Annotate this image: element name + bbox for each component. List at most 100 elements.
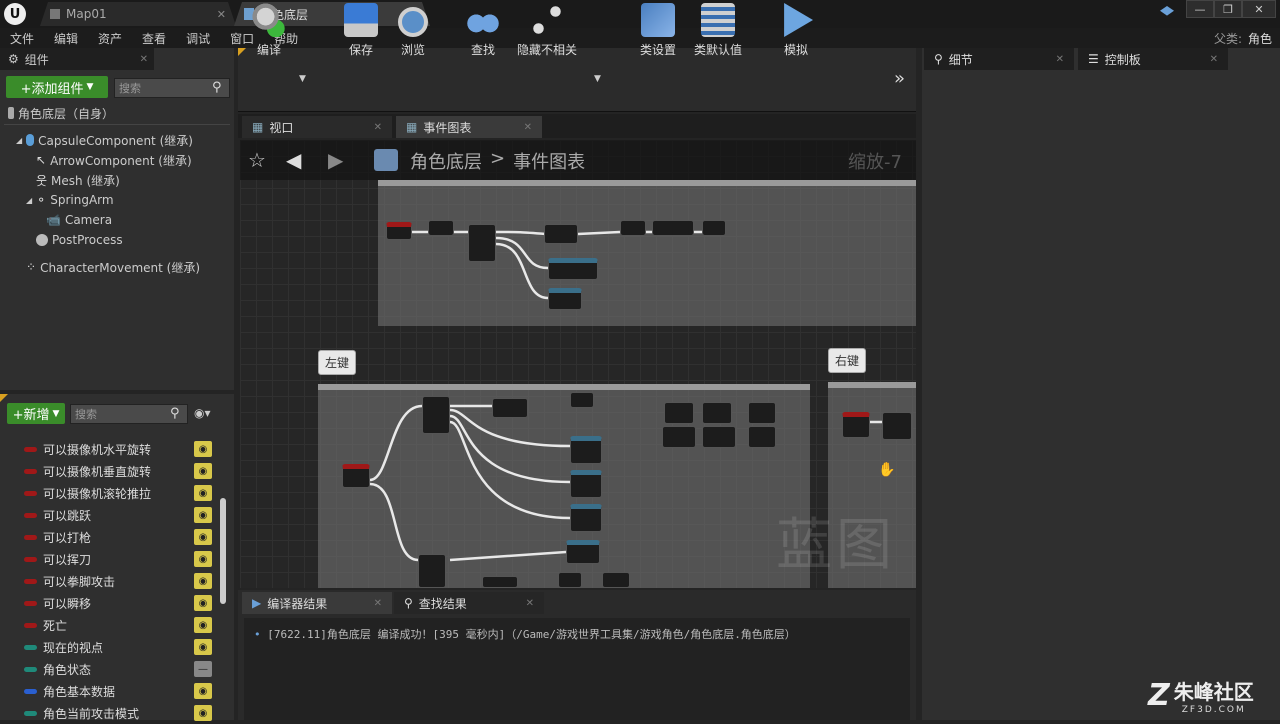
eye-icon[interactable]: ◉: [194, 683, 212, 699]
left-mouse-event-node[interactable]: [342, 464, 370, 488]
function-node[interactable]: [748, 402, 776, 424]
tab-find-results[interactable]: ⚲ 查找结果 ✕: [394, 592, 544, 614]
function-node[interactable]: [570, 392, 594, 408]
variable-row[interactable]: 角色状态 —: [0, 658, 220, 680]
add-component-button[interactable]: +添加组件 ▼: [6, 76, 108, 98]
simulate-button[interactable]: 模拟: [774, 0, 818, 64]
eye-icon[interactable]: ◉: [194, 485, 212, 501]
variable-node[interactable]: [570, 436, 602, 464]
maximize-button[interactable]: ❐: [1214, 0, 1242, 18]
variable-node[interactable]: [570, 470, 602, 498]
variable-node[interactable]: [570, 504, 602, 532]
eye-icon[interactable]: ◉: [194, 507, 212, 523]
minimize-button[interactable]: —: [1186, 0, 1214, 18]
tab-viewport[interactable]: ▦ 视口 ✕: [242, 116, 392, 138]
menu-debug[interactable]: 调试: [176, 30, 220, 47]
function-node[interactable]: [748, 426, 776, 448]
close-icon[interactable]: ✕: [1210, 54, 1218, 65]
eye-icon[interactable]: ◉: [194, 639, 212, 655]
menu-file[interactable]: 文件: [0, 30, 44, 47]
function-node[interactable]: [664, 402, 694, 424]
variable-node[interactable]: [548, 258, 598, 280]
function-node[interactable]: [652, 220, 694, 236]
eye-icon[interactable]: ◉: [194, 441, 212, 457]
find-button[interactable]: 查找: [460, 0, 506, 64]
function-node[interactable]: [702, 402, 732, 424]
menu-edit[interactable]: 编辑: [44, 30, 88, 47]
new-button[interactable]: +新增 ▼: [7, 403, 65, 424]
branch-node[interactable]: [422, 396, 450, 434]
close-icon[interactable]: ✕: [140, 54, 148, 65]
variable-row[interactable]: 可以瞬移 ◉: [0, 592, 220, 614]
variable-row[interactable]: 死亡 ◉: [0, 614, 220, 636]
function-node[interactable]: [492, 398, 528, 418]
variable-row[interactable]: 角色当前攻击模式 ◉: [0, 702, 220, 724]
eye-icon[interactable]: ◉: [194, 573, 212, 589]
function-node[interactable]: [702, 220, 726, 236]
eye-icon[interactable]: ◉: [194, 529, 212, 545]
tree-item-postprocess[interactable]: PostProcess: [36, 230, 123, 250]
tab-control-panel[interactable]: ☰ 控制板 ✕: [1078, 48, 1228, 70]
close-icon[interactable]: ✕: [1056, 54, 1064, 65]
hide-unrelated-options-icon[interactable]: ▼: [594, 74, 601, 84]
function-node[interactable]: [882, 412, 912, 440]
tab-compiler-results[interactable]: ▶ 编译器结果 ✕: [242, 592, 392, 614]
class-defaults-button[interactable]: 类默认值: [690, 0, 746, 64]
sequence-node[interactable]: [468, 224, 496, 262]
variable-row[interactable]: 可以摄像机垂直旋转 ◉: [0, 460, 220, 482]
eye-icon[interactable]: ◉: [194, 705, 212, 721]
function-node[interactable]: [662, 426, 696, 448]
tree-item-camera[interactable]: 📹 Camera: [46, 210, 112, 230]
close-icon[interactable]: ✕: [374, 122, 382, 133]
variable-row[interactable]: 可以打枪 ◉: [0, 526, 220, 548]
hide-unrelated-button[interactable]: 隐藏不相关: [514, 0, 580, 64]
tab-map01[interactable]: Map01 ✕: [40, 2, 236, 26]
tree-item-arrow[interactable]: ↖ ArrowComponent (继承): [36, 150, 192, 170]
compile-options-icon[interactable]: ▼: [299, 74, 306, 84]
eye-icon[interactable]: ◉: [194, 617, 212, 633]
expand-arrow-icon[interactable]: ◢: [16, 136, 22, 145]
tree-item-movement[interactable]: ⁘ CharacterMovement (继承): [26, 257, 200, 277]
eye-icon[interactable]: —: [194, 661, 212, 677]
variable-node[interactable]: [548, 288, 582, 310]
variable-row[interactable]: 可以拳脚攻击 ◉: [0, 570, 220, 592]
expand-arrow-icon[interactable]: ◢: [26, 196, 32, 205]
variable-row[interactable]: 角色基本数据 ◉: [0, 680, 220, 702]
view-options-icon[interactable]: ◉▾: [194, 406, 211, 420]
branch-node[interactable]: [418, 554, 446, 588]
menu-view[interactable]: 查看: [132, 30, 176, 47]
variable-row[interactable]: 可以摄像机滚轮推拉 ◉: [0, 482, 220, 504]
variable-row[interactable]: 可以挥刀 ◉: [0, 548, 220, 570]
variable-row[interactable]: 现在的视点 ◉: [0, 636, 220, 658]
function-node[interactable]: [702, 426, 736, 448]
class-settings-button[interactable]: 类设置: [636, 0, 680, 64]
variable-node[interactable]: [566, 540, 600, 564]
function-node[interactable]: [428, 220, 454, 236]
close-icon[interactable]: ✕: [524, 122, 532, 133]
browse-button[interactable]: 浏览: [392, 0, 434, 64]
compile-button[interactable]: 编译: [246, 0, 292, 64]
function-node[interactable]: [558, 572, 582, 588]
save-button[interactable]: 保存: [340, 0, 382, 64]
scrollbar[interactable]: [220, 498, 226, 604]
toolbar-overflow-icon[interactable]: »: [894, 68, 905, 89]
tree-item-springarm[interactable]: ◢ ⚬ SpringArm: [26, 190, 114, 210]
right-mouse-event-node[interactable]: [842, 412, 870, 438]
tab-details[interactable]: ⚲ 细节 ✕: [924, 48, 1074, 70]
event-node[interactable]: [386, 222, 412, 240]
component-self[interactable]: 角色底层（自身）: [8, 103, 114, 123]
function-node[interactable]: [544, 224, 578, 244]
parent-class-value[interactable]: 角色: [1248, 32, 1272, 46]
close-icon[interactable]: ✕: [217, 8, 226, 21]
variable-row[interactable]: 可以摄像机水平旋转 ◉: [0, 438, 220, 460]
function-node[interactable]: [482, 576, 518, 588]
tree-item-capsule[interactable]: ◢ CapsuleComponent (继承): [16, 130, 193, 150]
menu-asset[interactable]: 资产: [88, 30, 132, 47]
function-node[interactable]: [602, 572, 630, 588]
tab-event-graph[interactable]: ▦ 事件图表 ✕: [396, 116, 542, 138]
tree-item-mesh[interactable]: 웃 Mesh (继承): [36, 170, 120, 190]
function-node[interactable]: [620, 220, 646, 236]
eye-icon[interactable]: ◉: [194, 595, 212, 611]
event-graph-canvas[interactable]: ☆ ◀ ▶ 角色底层 > 事件图表 缩放-7 左键 右键 ✋ 蓝图: [240, 140, 916, 588]
eye-icon[interactable]: ◉: [194, 551, 212, 567]
